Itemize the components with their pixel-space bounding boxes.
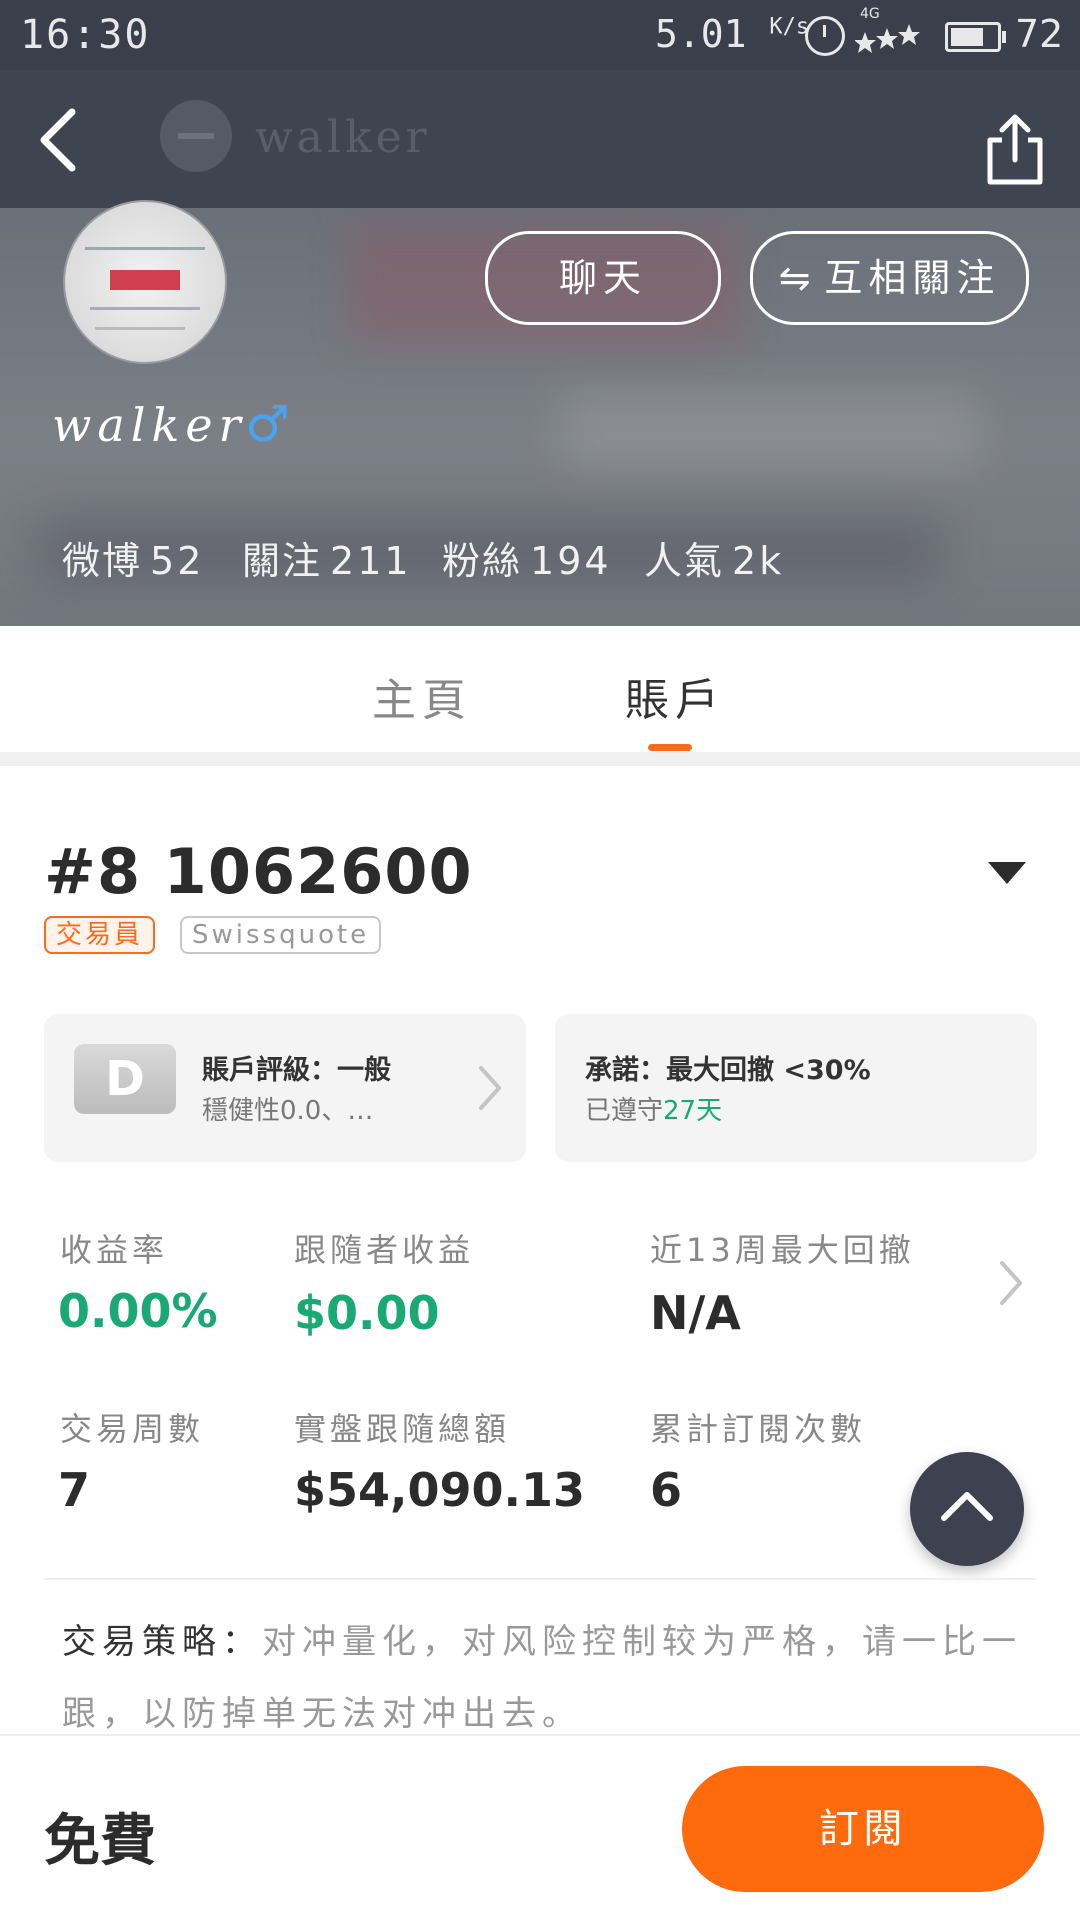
stat-popularity: 人氣 2k <box>644 539 785 583</box>
swap-icon: ⇋ <box>778 256 811 300</box>
status-bar: 16:30 5.01 K/s 4G 72 <box>0 0 1080 70</box>
chat-button[interactable]: 聊天 <box>485 231 721 325</box>
strategy-label: 交易策略： <box>62 1622 262 1662</box>
rating-title: 賬戶評級：一般 <box>202 1055 391 1086</box>
chevron-right-icon[interactable] <box>990 1255 1030 1311</box>
metric-label-follower-profit: 跟隨者收益 <box>294 1231 475 1269</box>
back-button[interactable] <box>30 100 110 180</box>
stat-following[interactable]: 關注 211 <box>242 530 412 585</box>
nav-avatar <box>160 100 232 172</box>
scroll-to-top-button[interactable] <box>910 1452 1024 1566</box>
battery-icon <box>945 22 1006 52</box>
promise-subtitle: 已遵守27天 <box>585 1096 723 1126</box>
rating-badge: D <box>74 1044 176 1114</box>
tab-home[interactable]: 主頁 <box>372 664 472 728</box>
metric-label-live-follow-total: 實盤跟隨總額 <box>294 1410 511 1448</box>
bottom-action-bar: 免費 訂閱 <box>0 1734 1080 1922</box>
account-rating-card[interactable]: D 賬戶評級：一般 穩健性0.0、… <box>44 1014 526 1162</box>
nav-bar: walker <box>0 70 1080 208</box>
drawdown-promise-card: 承諾：最大回撤 <30% 已遵守27天 <box>555 1014 1037 1162</box>
active-tab-indicator <box>648 744 692 751</box>
metric-label-return: 收益率 <box>60 1231 169 1269</box>
promise-days: 27天 <box>663 1096 723 1126</box>
metric-label-trading-weeks: 交易周數 <box>60 1410 205 1448</box>
metric-value-subscription-count: 6 <box>650 1463 683 1517</box>
battery-level: 72 <box>1015 12 1064 56</box>
avatar[interactable] <box>63 200 227 364</box>
account-number: #8 1062600 <box>44 835 473 908</box>
metric-label-subscription-count: 累計訂閱次數 <box>650 1410 867 1448</box>
signal-icon <box>854 10 925 66</box>
promise-title: 承諾：最大回撤 <30% <box>585 1055 871 1086</box>
stat-followers[interactable]: 粉絲 194 <box>442 530 612 585</box>
profile-tabs: 主頁 賬戶 <box>0 626 1080 766</box>
nav-title: walker <box>255 112 431 163</box>
divider <box>44 1578 1036 1580</box>
subscribe-button[interactable]: 訂閱 <box>682 1766 1044 1892</box>
chevron-right-icon <box>479 1066 501 1110</box>
metric-value-trading-weeks: 7 <box>58 1463 91 1517</box>
profile-header: 16:30 5.01 K/s 4G 72 walker 聊天 ⇋ 互相關注 wa… <box>0 0 1080 626</box>
stat-posts[interactable]: 微博 52 <box>62 530 204 585</box>
metric-value-return: 0.00% <box>58 1284 218 1338</box>
back-arrow-icon <box>40 108 76 172</box>
share-icon <box>987 114 1043 185</box>
status-time: 16:30 <box>20 12 151 58</box>
username: walker <box>52 398 247 452</box>
account-dropdown-icon[interactable] <box>988 862 1026 884</box>
follow-label: 互相關注 <box>824 256 1001 300</box>
trader-tag: 交易員 <box>44 916 156 954</box>
metric-value-follower-profit: $0.00 <box>294 1286 440 1340</box>
male-gender-icon: ♂ <box>245 395 290 453</box>
rating-subtitle: 穩健性0.0、… <box>202 1096 374 1126</box>
metric-value-live-follow-total: $54,090.13 <box>294 1463 586 1517</box>
speed-unit: K/s <box>769 14 810 40</box>
alarm-icon <box>805 16 845 56</box>
metric-value-max-drawdown: N/A <box>650 1286 741 1340</box>
price-label: 免費 <box>44 1809 156 1874</box>
chevron-up-icon <box>941 1492 993 1521</box>
mutual-follow-button[interactable]: ⇋ 互相關注 <box>750 231 1029 325</box>
tab-account[interactable]: 賬戶 <box>625 664 725 728</box>
network-speed: 5.01 K/s <box>655 12 810 56</box>
metric-label-max-drawdown: 近13周最大回撤 <box>650 1231 915 1269</box>
share-button[interactable] <box>980 110 1050 190</box>
trading-strategy: 交易策略：对冲量化，对风险控制较为严格，请一比一跟，以防掉单无法对冲出去。 <box>62 1606 1032 1750</box>
broker-tag: Swissquote <box>180 916 382 954</box>
